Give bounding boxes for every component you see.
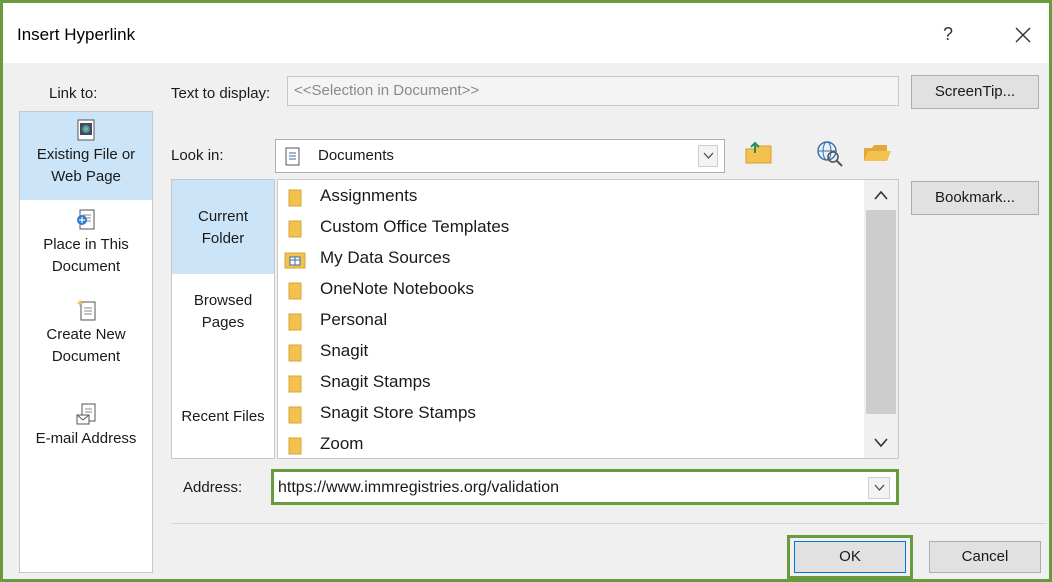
browse-file-button[interactable] bbox=[861, 137, 893, 169]
list-item[interactable]: My Data Sources bbox=[284, 244, 866, 274]
link-to-create-new-document[interactable]: Create New Document bbox=[20, 298, 152, 374]
nav-browsed-pages-line1: Browsed bbox=[193, 292, 253, 309]
list-item-name: My Data Sources bbox=[320, 248, 451, 267]
list-item[interactable]: OneNote Notebooks bbox=[286, 275, 866, 305]
folder-icon bbox=[288, 220, 302, 238]
link-to-existing-file[interactable]: Existing File or Web Page bbox=[20, 112, 152, 200]
file-list: Assignments Custom Office Templates My D… bbox=[277, 179, 899, 459]
email-address-icon bbox=[76, 403, 96, 425]
browse-nav-panel: Current Folder Browsed Pages Recent File… bbox=[171, 179, 275, 459]
address-label: Address: bbox=[183, 479, 243, 496]
list-item[interactable]: Snagit Store Stamps bbox=[286, 399, 866, 429]
folder-icon bbox=[288, 189, 302, 207]
browse-web-icon bbox=[817, 141, 843, 167]
list-item-name: OneNote Notebooks bbox=[320, 279, 475, 298]
nav-browsed-pages-line2: Pages bbox=[201, 314, 245, 331]
place-in-document-icon bbox=[77, 209, 95, 230]
nav-current-folder[interactable]: Current Folder bbox=[172, 180, 274, 274]
folder-icon bbox=[288, 344, 302, 362]
nav-recent-files-line1: Recent Files bbox=[181, 408, 265, 425]
title-bar: Insert Hyperlink ? bbox=[3, 3, 1049, 63]
scroll-down-button[interactable] bbox=[864, 428, 898, 458]
look-in-combobox[interactable]: Documents bbox=[275, 139, 725, 173]
list-item[interactable]: Snagit Stamps bbox=[286, 368, 866, 398]
open-folder-icon bbox=[864, 145, 891, 161]
screentip-button[interactable]: ScreenTip... bbox=[911, 75, 1039, 109]
look-in-label: Look in: bbox=[171, 147, 224, 164]
address-input[interactable] bbox=[278, 475, 858, 501]
link-to-email-line1: E-mail Address bbox=[35, 430, 137, 447]
create-new-document-icon bbox=[76, 299, 96, 321]
ok-button[interactable]: OK bbox=[794, 541, 906, 573]
documents-icon bbox=[285, 147, 300, 166]
file-list-scrollbar[interactable] bbox=[864, 180, 898, 458]
look-in-value: Documents bbox=[318, 147, 394, 164]
link-to-existing-file-line2: Web Page bbox=[51, 168, 121, 185]
link-to-create-new-line2: Document bbox=[51, 348, 121, 365]
link-to-place-line2: Document bbox=[51, 258, 121, 275]
chevron-down-icon bbox=[703, 152, 714, 159]
link-to-existing-file-line1: Existing File or bbox=[36, 146, 136, 163]
chevron-down-icon bbox=[874, 438, 888, 448]
link-to-place-in-document[interactable]: Place in This Document bbox=[20, 208, 152, 284]
list-item[interactable]: Custom Office Templates bbox=[286, 213, 866, 243]
nav-current-folder-line1: Current bbox=[197, 208, 249, 225]
data-sources-folder-icon bbox=[284, 252, 306, 269]
link-to-create-new-line1: Create New bbox=[46, 326, 126, 343]
link-to-place-line1: Place in This bbox=[43, 236, 129, 253]
up-folder-icon bbox=[745, 141, 772, 164]
scroll-up-button[interactable] bbox=[864, 180, 898, 210]
nav-browsed-pages[interactable]: Browsed Pages bbox=[172, 290, 274, 350]
link-to-label: Link to: bbox=[49, 85, 98, 102]
dialog-title: Insert Hyperlink bbox=[17, 25, 136, 44]
up-one-folder-button[interactable] bbox=[743, 137, 775, 169]
nav-recent-files[interactable]: Recent Files bbox=[172, 406, 274, 436]
browse-web-button[interactable] bbox=[813, 137, 845, 169]
list-item[interactable]: Zoom bbox=[286, 430, 866, 460]
text-to-display-field[interactable]: <<Selection in Document>> bbox=[287, 76, 899, 106]
link-to-panel: Existing File or Web Page Place in This … bbox=[19, 111, 153, 573]
footer-divider bbox=[171, 523, 1047, 524]
existing-file-icon bbox=[77, 119, 95, 141]
list-item-name: Zoom bbox=[320, 434, 364, 453]
list-item[interactable]: Personal bbox=[286, 306, 866, 336]
list-item-name: Personal bbox=[320, 310, 388, 329]
chevron-down-icon bbox=[874, 484, 885, 491]
text-to-display-label: Text to display: bbox=[171, 85, 271, 102]
chevron-up-icon bbox=[874, 190, 888, 200]
list-item-name: Assignments bbox=[320, 186, 418, 205]
scrollbar-thumb[interactable] bbox=[866, 210, 896, 414]
list-item-name: Snagit Store Stamps bbox=[320, 403, 476, 422]
folder-icon bbox=[288, 313, 302, 331]
list-item[interactable]: Snagit bbox=[286, 337, 866, 367]
list-item-name: Custom Office Templates bbox=[320, 217, 510, 236]
link-to-email-address[interactable]: E-mail Address bbox=[20, 402, 152, 458]
folder-icon bbox=[288, 375, 302, 393]
bookmark-button[interactable]: Bookmark... bbox=[911, 181, 1039, 215]
folder-icon bbox=[288, 406, 302, 424]
cancel-button[interactable]: Cancel bbox=[929, 541, 1041, 573]
look-in-dropdown-button[interactable] bbox=[698, 145, 718, 167]
close-icon bbox=[1015, 27, 1031, 43]
close-button[interactable] bbox=[1005, 17, 1041, 53]
folder-icon bbox=[288, 437, 302, 455]
list-item-name: Snagit Stamps bbox=[320, 372, 431, 391]
folder-icon bbox=[288, 282, 302, 300]
address-dropdown-button[interactable] bbox=[868, 477, 890, 499]
list-item[interactable]: Assignments bbox=[286, 182, 866, 212]
list-item-name: Snagit bbox=[320, 341, 369, 360]
ok-button-highlight: OK bbox=[787, 535, 913, 579]
help-button[interactable]: ? bbox=[933, 19, 963, 49]
address-field-highlight bbox=[271, 469, 899, 505]
nav-current-folder-line2: Folder bbox=[201, 230, 245, 247]
insert-hyperlink-dialog: Insert Hyperlink ? Link to: Existing Fil… bbox=[0, 0, 1052, 582]
